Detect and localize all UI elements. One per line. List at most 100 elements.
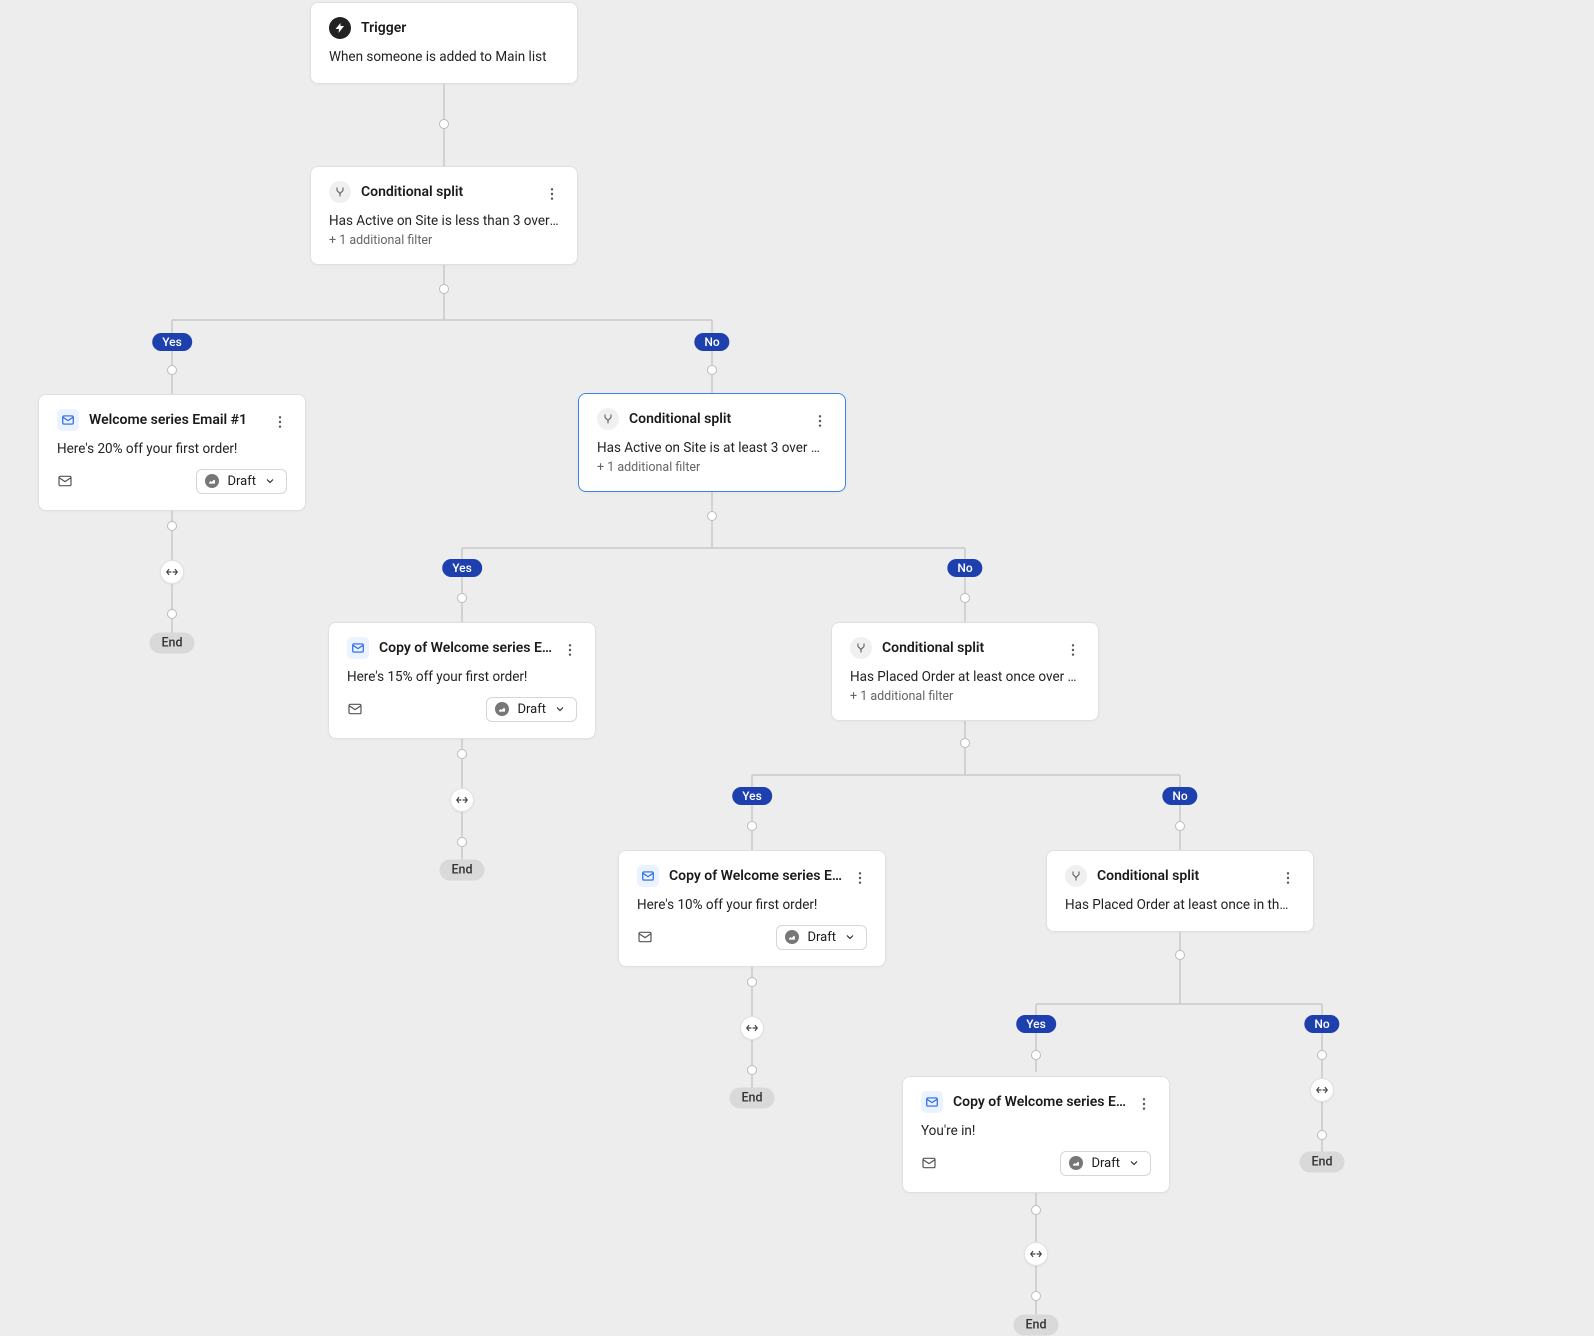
flow-control-icon[interactable] bbox=[450, 788, 474, 812]
node-menu-button[interactable] bbox=[269, 411, 291, 433]
node-description: Has Active on Site is at least 3 over al… bbox=[597, 440, 827, 458]
flow-control-icon[interactable] bbox=[160, 560, 184, 584]
node-description: When someone is added to Main list bbox=[329, 49, 559, 67]
flow-control-icon[interactable] bbox=[1310, 1078, 1334, 1102]
node-title: Conditional split bbox=[361, 184, 559, 200]
split-icon bbox=[1065, 865, 1087, 887]
split-icon bbox=[597, 408, 619, 430]
email-node[interactable]: Copy of Welcome series Em… Here's 10% of… bbox=[618, 850, 886, 967]
node-subtext: + 1 additional filter bbox=[597, 460, 827, 475]
add-node-dot[interactable] bbox=[1317, 1130, 1327, 1140]
add-node-dot[interactable] bbox=[1175, 950, 1185, 960]
add-node-dot[interactable] bbox=[747, 821, 757, 831]
status-dropdown[interactable]: Draft bbox=[776, 925, 867, 950]
split-icon bbox=[329, 181, 351, 203]
node-title: Copy of Welcome series Em… bbox=[953, 1094, 1133, 1110]
trigger-node[interactable]: Trigger When someone is added to Main li… bbox=[310, 2, 578, 84]
add-node-dot[interactable] bbox=[457, 593, 467, 603]
node-menu-button[interactable] bbox=[1133, 1093, 1155, 1115]
email-node[interactable]: Copy of Welcome series Em… You're in! Dr… bbox=[902, 1076, 1170, 1193]
mail-icon bbox=[57, 409, 79, 431]
branch-yes-badge: Yes bbox=[1016, 1015, 1056, 1033]
end-node: End bbox=[149, 633, 194, 654]
node-menu-button[interactable] bbox=[541, 183, 563, 205]
node-description: You're in! bbox=[921, 1123, 1151, 1141]
add-node-dot[interactable] bbox=[960, 738, 970, 748]
add-node-dot[interactable] bbox=[457, 837, 467, 847]
node-description: Has Placed Order at least once over all … bbox=[850, 669, 1080, 687]
add-node-dot[interactable] bbox=[1031, 1050, 1041, 1060]
add-node-dot[interactable] bbox=[167, 365, 177, 375]
conditional-split-node[interactable]: Conditional split Has Placed Order at le… bbox=[1046, 850, 1314, 932]
end-node: End bbox=[1013, 1315, 1058, 1336]
node-description: Has Placed Order at least once in the la… bbox=[1065, 897, 1295, 915]
node-subtext: + 1 additional filter bbox=[329, 233, 559, 248]
status-dropdown[interactable]: Draft bbox=[1060, 1151, 1151, 1176]
email-node[interactable]: Copy of Welcome series Em… Here's 15% of… bbox=[328, 622, 596, 739]
branch-yes-badge: Yes bbox=[442, 559, 482, 577]
add-node-dot[interactable] bbox=[1317, 1050, 1327, 1060]
node-title: Conditional split bbox=[882, 640, 1080, 656]
node-menu-button[interactable] bbox=[809, 410, 831, 432]
status-dot-icon bbox=[1069, 1156, 1083, 1170]
add-node-dot[interactable] bbox=[167, 521, 177, 531]
status-label: Draft bbox=[807, 930, 836, 945]
branch-no-badge: No bbox=[947, 559, 982, 577]
status-label: Draft bbox=[227, 474, 256, 489]
flow-control-icon[interactable] bbox=[1024, 1242, 1048, 1266]
node-description: Here's 20% off your first order! bbox=[57, 441, 287, 459]
add-node-dot[interactable] bbox=[1031, 1291, 1041, 1301]
add-node-dot[interactable] bbox=[707, 511, 717, 521]
chevron-down-icon bbox=[1128, 1157, 1140, 1169]
add-node-dot[interactable] bbox=[1175, 821, 1185, 831]
node-description: Here's 10% off your first order! bbox=[637, 897, 867, 915]
chevron-down-icon bbox=[554, 703, 566, 715]
conditional-split-node-selected[interactable]: Conditional split Has Active on Site is … bbox=[578, 393, 846, 492]
split-icon bbox=[850, 637, 872, 659]
node-menu-button[interactable] bbox=[559, 639, 581, 661]
node-description: Here's 15% off your first order! bbox=[347, 669, 577, 687]
add-node-dot[interactable] bbox=[1031, 1205, 1041, 1215]
node-title: Welcome series Email #1 bbox=[89, 412, 269, 428]
node-description: Has Active on Site is less than 3 over a… bbox=[329, 213, 559, 231]
status-label: Draft bbox=[517, 702, 546, 717]
end-node: End bbox=[439, 860, 484, 881]
add-node-dot[interactable] bbox=[707, 365, 717, 375]
conditional-split-node[interactable]: Conditional split Has Placed Order at le… bbox=[831, 622, 1099, 721]
add-node-dot[interactable] bbox=[747, 977, 757, 987]
mail-outline-icon bbox=[921, 1155, 937, 1171]
end-node: End bbox=[729, 1088, 774, 1109]
branch-no-badge: No bbox=[694, 333, 729, 351]
node-title: Copy of Welcome series Em… bbox=[379, 640, 559, 656]
node-menu-button[interactable] bbox=[849, 867, 871, 889]
status-dot-icon bbox=[495, 702, 509, 716]
add-node-dot[interactable] bbox=[439, 284, 449, 294]
add-node-dot[interactable] bbox=[457, 749, 467, 759]
branch-yes-badge: Yes bbox=[732, 787, 772, 805]
node-title: Copy of Welcome series Em… bbox=[669, 868, 849, 884]
conditional-split-node[interactable]: Conditional split Has Active on Site is … bbox=[310, 166, 578, 265]
branch-yes-badge: Yes bbox=[152, 333, 192, 351]
status-label: Draft bbox=[1091, 1156, 1120, 1171]
status-dropdown[interactable]: Draft bbox=[486, 697, 577, 722]
status-dot-icon bbox=[205, 474, 219, 488]
node-menu-button[interactable] bbox=[1062, 639, 1084, 661]
email-node[interactable]: Welcome series Email #1 Here's 20% off y… bbox=[38, 394, 306, 511]
flow-control-icon[interactable] bbox=[740, 1016, 764, 1040]
mail-outline-icon bbox=[637, 929, 653, 945]
mail-outline-icon bbox=[57, 473, 73, 489]
status-dropdown[interactable]: Draft bbox=[196, 469, 287, 494]
end-node: End bbox=[1299, 1152, 1344, 1173]
mail-icon bbox=[637, 865, 659, 887]
chevron-down-icon bbox=[844, 931, 856, 943]
node-menu-button[interactable] bbox=[1277, 867, 1299, 889]
status-dot-icon bbox=[785, 930, 799, 944]
add-node-dot[interactable] bbox=[960, 593, 970, 603]
mail-icon bbox=[347, 637, 369, 659]
mail-outline-icon bbox=[347, 701, 363, 717]
add-node-dot[interactable] bbox=[167, 609, 177, 619]
add-node-dot[interactable] bbox=[439, 119, 449, 129]
add-node-dot[interactable] bbox=[747, 1065, 757, 1075]
branch-no-badge: No bbox=[1304, 1015, 1339, 1033]
node-title: Trigger bbox=[361, 20, 559, 36]
